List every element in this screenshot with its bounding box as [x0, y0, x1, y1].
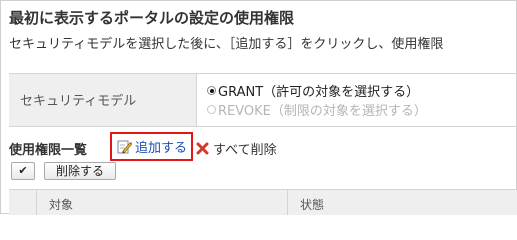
- radio-grant-label[interactable]: GRANT（許可の対象を選択する）: [218, 81, 419, 100]
- add-button-label[interactable]: 追加する: [135, 137, 187, 156]
- edit-pencil-icon: [117, 140, 132, 154]
- radio-revoke: REVOKE（制限の対象を選択する）: [207, 100, 427, 119]
- page-description: セキュリティモデルを選択した後に、［追加する］をクリックし、使用権限: [9, 37, 444, 52]
- security-model-label-cell: セキュリティモデル: [9, 74, 197, 126]
- delete-selected-button[interactable]: 削除する: [44, 162, 116, 180]
- delete-all-button[interactable]: すべて削除: [196, 139, 277, 158]
- column-divider: [287, 190, 288, 215]
- security-model-label: セキュリティモデル: [20, 94, 137, 109]
- radio-revoke-label: REVOKE（制限の対象を選択する）: [218, 104, 427, 119]
- delete-all-label[interactable]: すべて削除: [213, 139, 277, 158]
- radio-grant[interactable]: GRANT（許可の対象を選択する）: [207, 81, 419, 100]
- radio-revoke-button: [207, 105, 216, 114]
- red-x-icon: [196, 142, 209, 155]
- radio-grant-button[interactable]: [207, 86, 216, 95]
- select-all-button[interactable]: ✔: [11, 162, 35, 180]
- permission-list-heading: 使用権限一覧: [9, 143, 88, 158]
- column-status: 状態: [300, 198, 325, 212]
- security-model-table: セキュリティモデル GRANT（許可の対象を選択する） REVOKE（制限の対象…: [9, 73, 517, 127]
- page-title: 最初に表示するポータルの設定の使用権限: [9, 9, 295, 27]
- column-divider: [36, 190, 37, 215]
- add-button[interactable]: 追加する: [110, 132, 193, 161]
- column-target: 対象: [49, 198, 74, 212]
- permission-list-header: 対象 状態: [9, 189, 517, 215]
